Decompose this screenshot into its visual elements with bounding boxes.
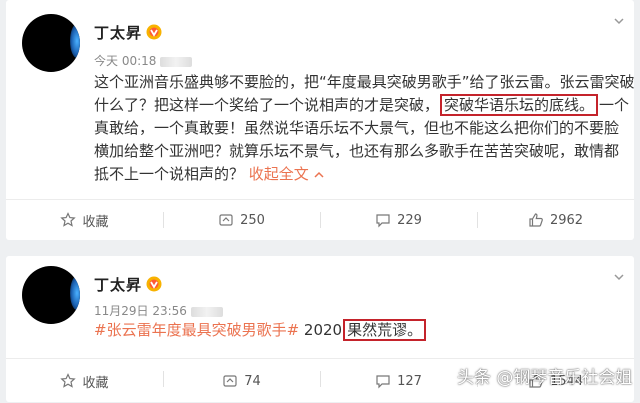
blurred-source: [190, 306, 223, 317]
text-line: #张云雷年度最具突破男歌手# 2020 果然荒谬。: [94, 319, 624, 342]
repost-button[interactable]: 250: [163, 200, 320, 240]
star-icon: [60, 373, 77, 388]
vip-badge-icon: [146, 24, 162, 40]
avatar[interactable]: [22, 266, 80, 324]
repost-icon: [223, 375, 237, 387]
collect-button[interactable]: 收藏: [6, 359, 163, 403]
text-segment: 2020: [299, 321, 343, 339]
post-text: #张云雷年度最具突破男歌手# 2020 果然荒谬。: [94, 319, 624, 342]
highlight-box: 果然荒谬。: [343, 319, 427, 341]
text-segment: 一个: [599, 96, 630, 114]
comment-button[interactable]: 127: [320, 359, 477, 403]
collect-button[interactable]: 收藏: [6, 200, 163, 240]
watermark: 头条 @钢琴音乐社会姐: [457, 368, 633, 388]
thumb-up-icon: [529, 213, 543, 227]
repost-button[interactable]: 74: [163, 359, 320, 403]
chevron-up-icon: [314, 171, 324, 178]
comment-button[interactable]: 229: [320, 200, 477, 240]
text-segment: 抵不上一个说相声的？: [94, 165, 245, 183]
text-line: 这个亚洲音乐盛典够不要脸的，把“年度最具突破男歌手”给了张云雷。张云雷突破: [94, 73, 635, 91]
vip-badge-icon: [146, 276, 162, 292]
post-text: 这个亚洲音乐盛典够不要脸的，把“年度最具突破男歌手”给了张云雷。张云雷突破 什么…: [94, 71, 635, 186]
chevron-down-icon[interactable]: [614, 16, 624, 26]
star-icon: [60, 212, 77, 227]
author-name[interactable]: 丁太昇: [94, 22, 142, 43]
text-line: 抵不上一个说相声的？ 收起全文: [94, 163, 624, 186]
hashtag-link[interactable]: #张云雷年度最具突破男歌手#: [94, 321, 299, 339]
repost-icon: [219, 214, 233, 226]
comment-icon: [376, 214, 390, 228]
like-button[interactable]: 2962: [477, 200, 634, 240]
highlight-box: 突破华语乐坛的底线。: [440, 94, 599, 116]
text-segment: 什么了？把这样一个奖给了一个说相声的才是突破，: [94, 96, 440, 114]
comment-icon: [376, 375, 390, 389]
post-time[interactable]: 11月29日 23:56: [94, 302, 223, 319]
blurred-source: [160, 56, 193, 67]
action-bar: 收藏 250 229 2962: [6, 199, 634, 240]
text-line: 什么了？把这样一个奖给了一个说相声的才是突破， 突破华语乐坛的底线。 一个: [94, 94, 629, 117]
avatar[interactable]: [22, 14, 80, 72]
text-line: 横加给整个亚洲吧？就算乐坛不景气，也还有那么多歌手在苦苦突破呢，敢情都: [94, 142, 620, 160]
text-line: 真敢给，一个真敢要！虽然说华语乐坛不大景气，但也不能这么把你们的不要脸: [94, 119, 620, 137]
post-time[interactable]: 今天 00:18: [94, 52, 193, 69]
weibo-post-card: 丁太昇 今天 00:18 这个亚洲音乐盛典够不要脸的，把“年度最具突破男歌手”给…: [6, 0, 635, 240]
author-name[interactable]: 丁太昇: [94, 274, 142, 295]
collapse-link[interactable]: 收起全文: [249, 165, 324, 183]
chevron-down-icon[interactable]: [614, 272, 624, 282]
